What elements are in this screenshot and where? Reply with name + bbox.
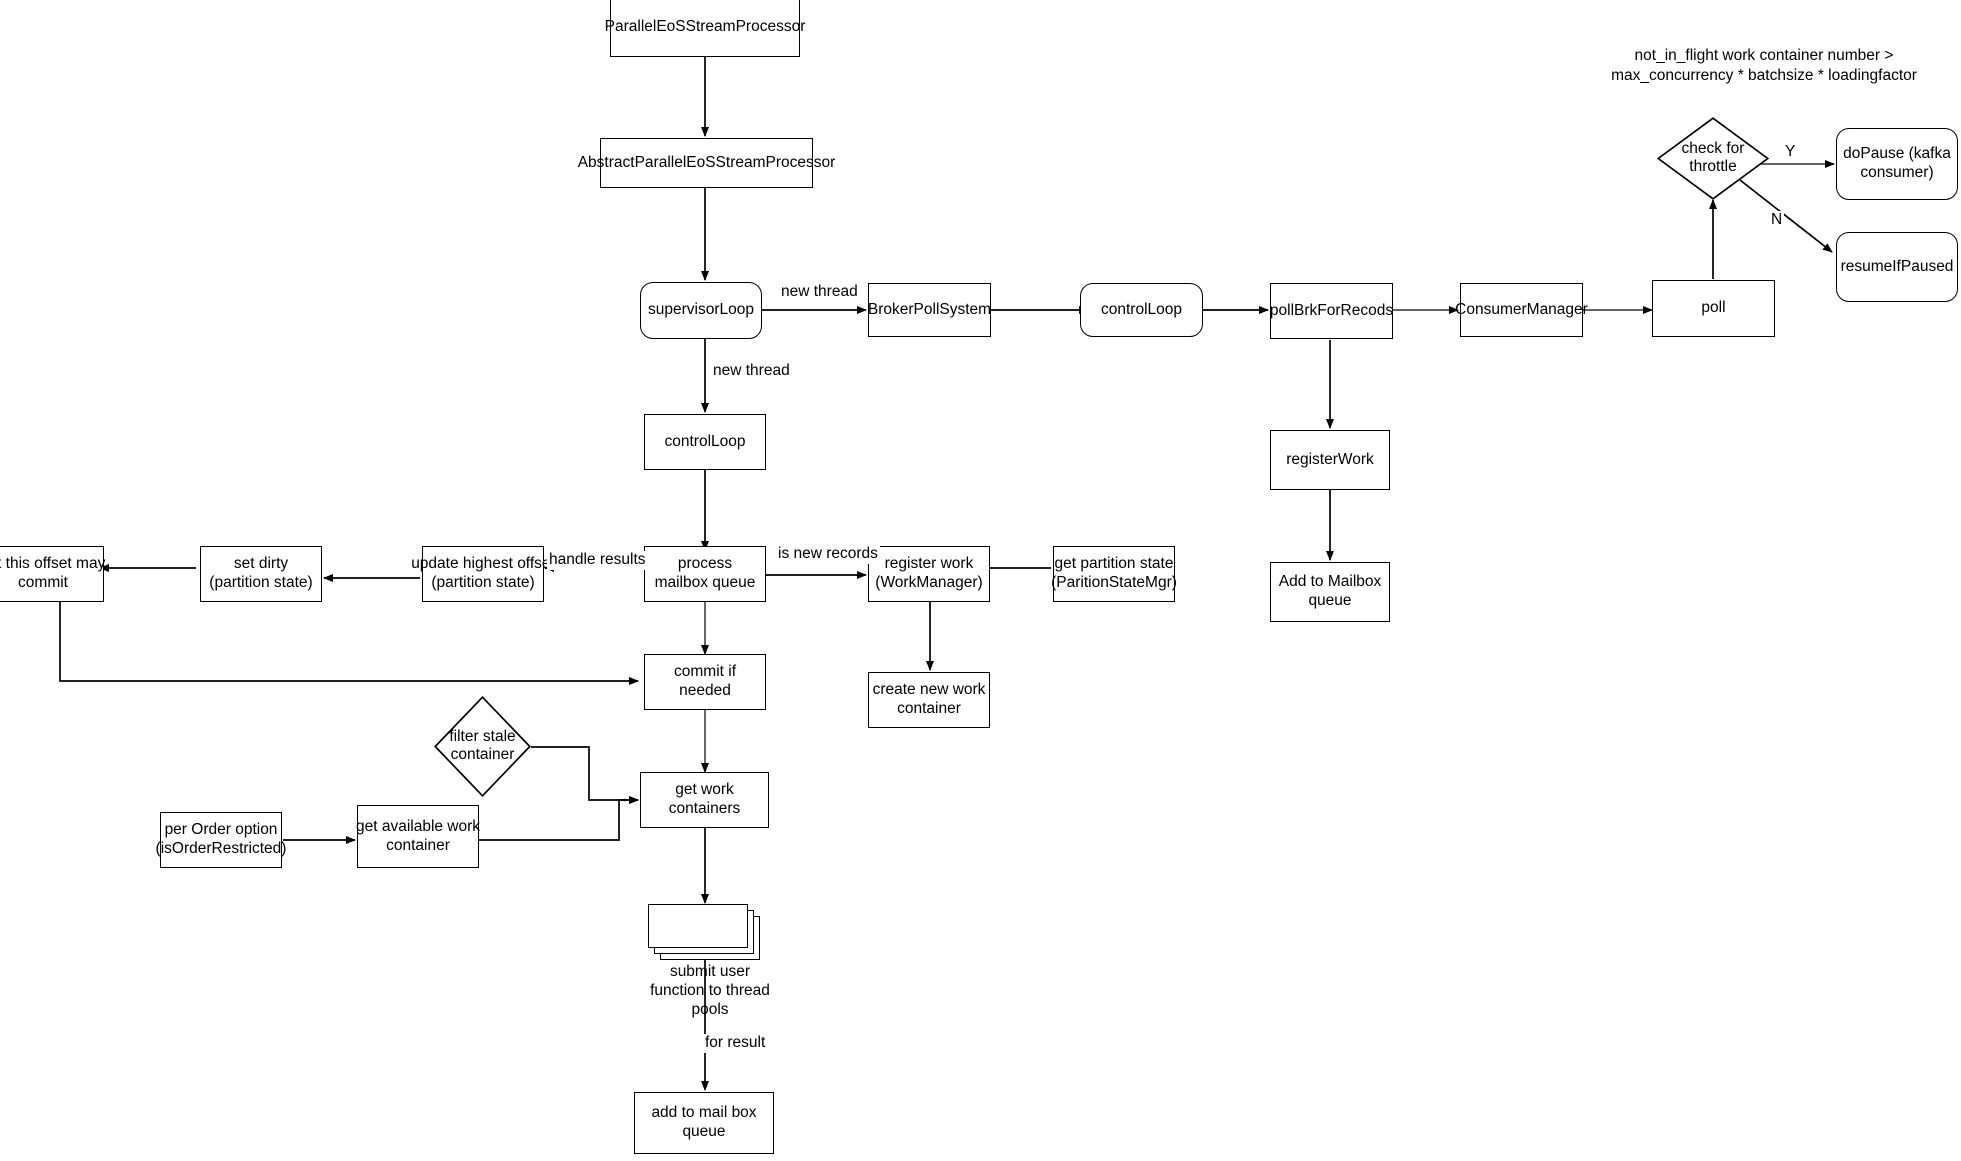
node-submit-user-function[interactable] [648, 904, 762, 960]
edge-label-new-thread-down: new thread [711, 362, 792, 381]
throttle-condition-note: not_in_flight work container number > ma… [1611, 47, 1917, 85]
node-process-mailbox-queue[interactable]: process mailbox queue [644, 546, 766, 602]
node-control-loop-top[interactable]: controlLoop [1080, 283, 1203, 337]
edge-label-new-thread-right: new thread [779, 283, 860, 302]
node-consumer-manager[interactable]: ConsumerManager [1455, 283, 1588, 337]
node-filter-stale-container[interactable]: filter stale container [434, 696, 531, 797]
node-control-loop-left[interactable]: controlLoop [644, 414, 766, 470]
node-do-pause[interactable]: doPause (kafka consumer) [1836, 128, 1958, 200]
node-get-partition-state[interactable]: get partition state (ParitionStateMgr) [1051, 546, 1177, 602]
node-set-this-offset-may-commit[interactable]: set this offset may commit [0, 546, 105, 602]
flowchart-canvas: ParallelEoSStreamProcessor AbstractParal… [0, 0, 1961, 1161]
node-abstract-parallel-eos-stream-processor[interactable]: AbstractParallelEoSStreamProcessor [578, 138, 835, 188]
node-check-for-throttle[interactable]: check for throttle [1657, 117, 1769, 200]
node-add-to-mail-box-queue[interactable]: add to mail box queue [634, 1092, 774, 1154]
node-commit-if-needed[interactable]: commit if needed [644, 654, 766, 710]
node-per-order-option[interactable]: per Order option (isOrderRestricted) [156, 812, 286, 868]
node-add-to-mailbox-queue-right[interactable]: Add to Mailbox queue [1270, 562, 1390, 622]
node-resume-if-paused[interactable]: resumeIfPaused [1836, 232, 1958, 302]
node-poll-brk-for-recods[interactable]: pollBrkForRecods [1270, 283, 1393, 339]
node-create-new-work-container[interactable]: create new work container [868, 672, 990, 728]
edge-label-handle-results: handle results [547, 551, 648, 570]
edge-label-for-result: for result [703, 1034, 768, 1053]
node-submit-user-function-label: submit user function to thread pools [650, 963, 770, 1018]
node-supervisor-loop[interactable]: supervisorLoop [640, 282, 762, 339]
node-poll[interactable]: poll [1652, 280, 1775, 337]
node-get-available-work-container[interactable]: get available work container [356, 805, 480, 868]
node-parallel-eos-stream-processor[interactable]: ParallelEoSStreamProcessor [605, 0, 805, 57]
edge-label-is-new-records: is new records [776, 545, 880, 564]
node-register-work-right[interactable]: registerWork [1270, 430, 1390, 490]
edge-label-throttle-no: N [1769, 211, 1785, 230]
node-check-for-throttle-label: check for throttle [1681, 139, 1745, 176]
node-filter-stale-container-label: filter stale container [449, 727, 516, 764]
node-set-dirty[interactable]: set dirty (partition state) [200, 546, 322, 602]
node-broker-poll-system[interactable]: BrokerPollSystem [868, 283, 991, 337]
node-get-work-containers[interactable]: get work containers [640, 772, 769, 828]
node-register-work[interactable]: register work (WorkManager) [868, 546, 990, 602]
stack-sheet-front [648, 904, 748, 948]
node-update-highest-offset[interactable]: update highest offset (partition state) [411, 546, 555, 602]
edge-label-throttle-yes: Y [1783, 143, 1798, 162]
